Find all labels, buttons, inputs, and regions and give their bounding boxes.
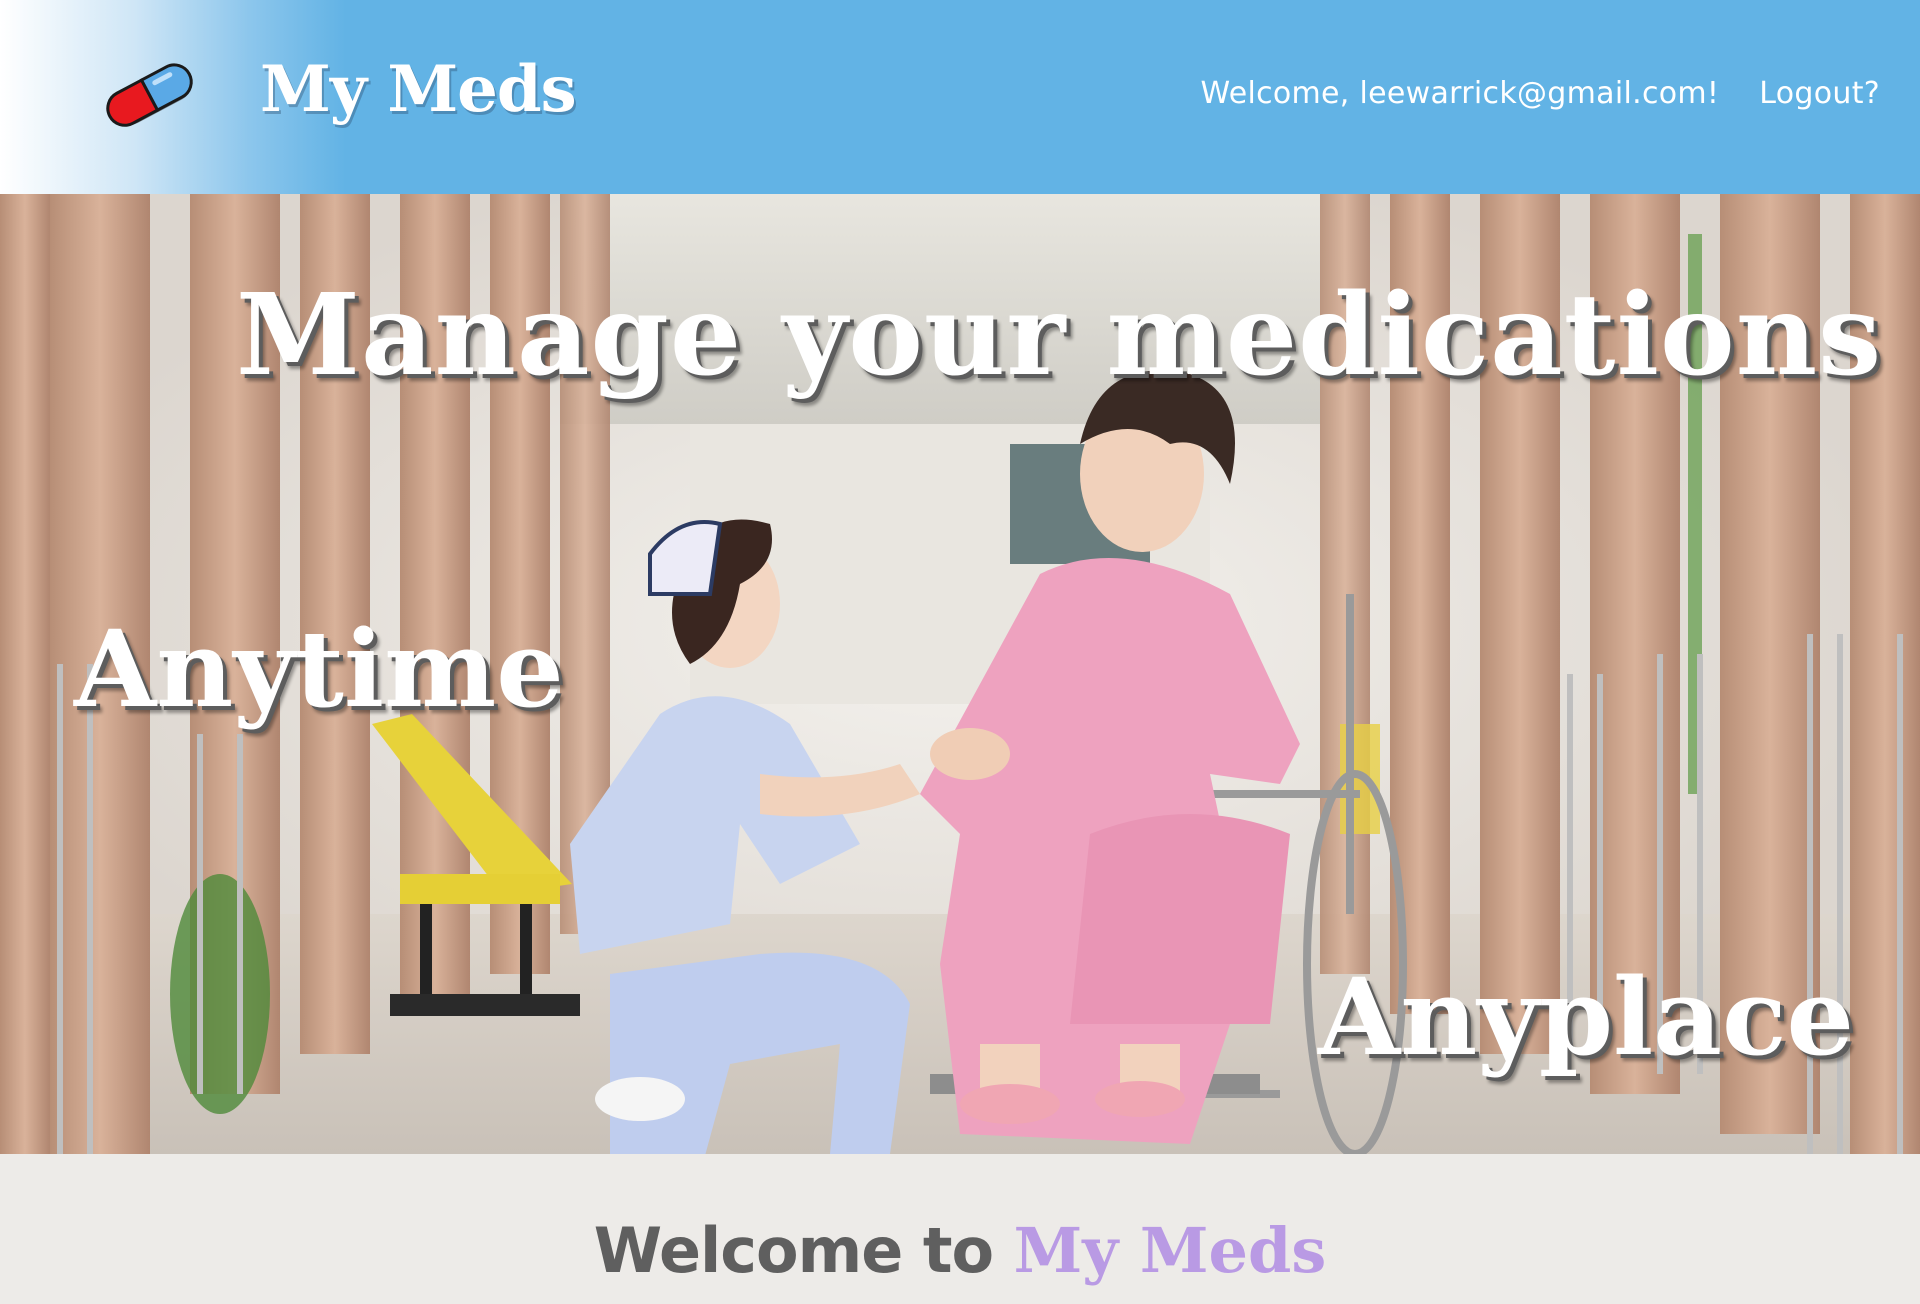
welcome-brand: My Meds [1013,1214,1327,1287]
hero-banner: Manage your medications Anytime Anyplace [0,194,1920,1154]
welcome-prefix: Welcome to [593,1214,994,1287]
hero-tagline-anyplace: Anyplace [1318,954,1854,1079]
hero-headline: Manage your medications [236,270,1883,401]
welcome-section: Welcome to My Meds [0,1154,1920,1304]
welcome-heading: Welcome to My Meds [0,1214,1920,1287]
logout-link[interactable]: Logout? [1759,76,1880,111]
pill-capsule-icon[interactable] [100,58,200,134]
welcome-user-link[interactable]: Welcome, leewarrick@gmail.com! [1200,76,1719,111]
hero-tagline-anytime: Anytime [74,606,564,731]
brand-title[interactable]: My Meds [260,52,577,127]
top-navbar: My Meds Welcome, leewarrick@gmail.com! L… [0,0,1920,194]
user-nav: Welcome, leewarrick@gmail.com! Logout? [1200,76,1880,111]
